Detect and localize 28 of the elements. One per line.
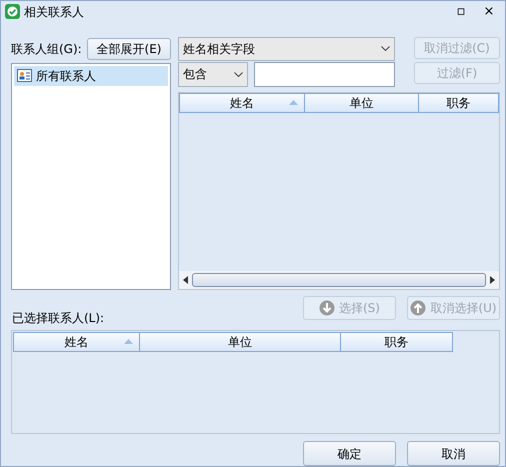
match-dropdown[interactable]: 包含 xyxy=(178,62,248,87)
column-header[interactable]: 职务 xyxy=(419,92,499,113)
field-dropdown[interactable]: 姓名相关字段 xyxy=(178,36,395,61)
scroll-right-icon xyxy=(490,276,495,284)
scroll-left-icon xyxy=(183,276,188,284)
app-icon xyxy=(5,4,20,20)
sort-arrow-icon xyxy=(124,339,133,344)
selected-contacts-label: 已选择联系人(L): xyxy=(12,310,104,328)
column-header[interactable]: 单位 xyxy=(305,92,419,113)
filter-input[interactable] xyxy=(254,62,395,87)
expand-all-button[interactable]: 全部展开(E) xyxy=(87,38,171,60)
group-label: 联系人组(G): xyxy=(11,40,82,58)
chevron-icon xyxy=(234,72,243,77)
column-header[interactable]: 姓名 xyxy=(179,92,305,113)
horizontal-scrollbar[interactable] xyxy=(179,270,499,289)
contact-card-icon xyxy=(17,69,32,82)
window-title: 相关联系人 xyxy=(24,4,85,21)
cancel-button[interactable]: 取消 xyxy=(407,441,500,466)
close-button[interactable]: × xyxy=(477,5,501,18)
maximize-button[interactable]: ▫ xyxy=(449,5,473,18)
ok-button[interactable]: 确定 xyxy=(303,441,396,466)
tree-item[interactable]: 所有联系人 xyxy=(14,66,168,86)
sort-arrow-icon xyxy=(289,100,298,105)
chevron-icon xyxy=(381,46,390,52)
scroll-thumb[interactable] xyxy=(192,272,486,287)
column-header[interactable]: 姓名 xyxy=(13,332,140,352)
column-header[interactable]: 职务 xyxy=(341,332,453,352)
column-header[interactable]: 单位 xyxy=(140,332,341,352)
